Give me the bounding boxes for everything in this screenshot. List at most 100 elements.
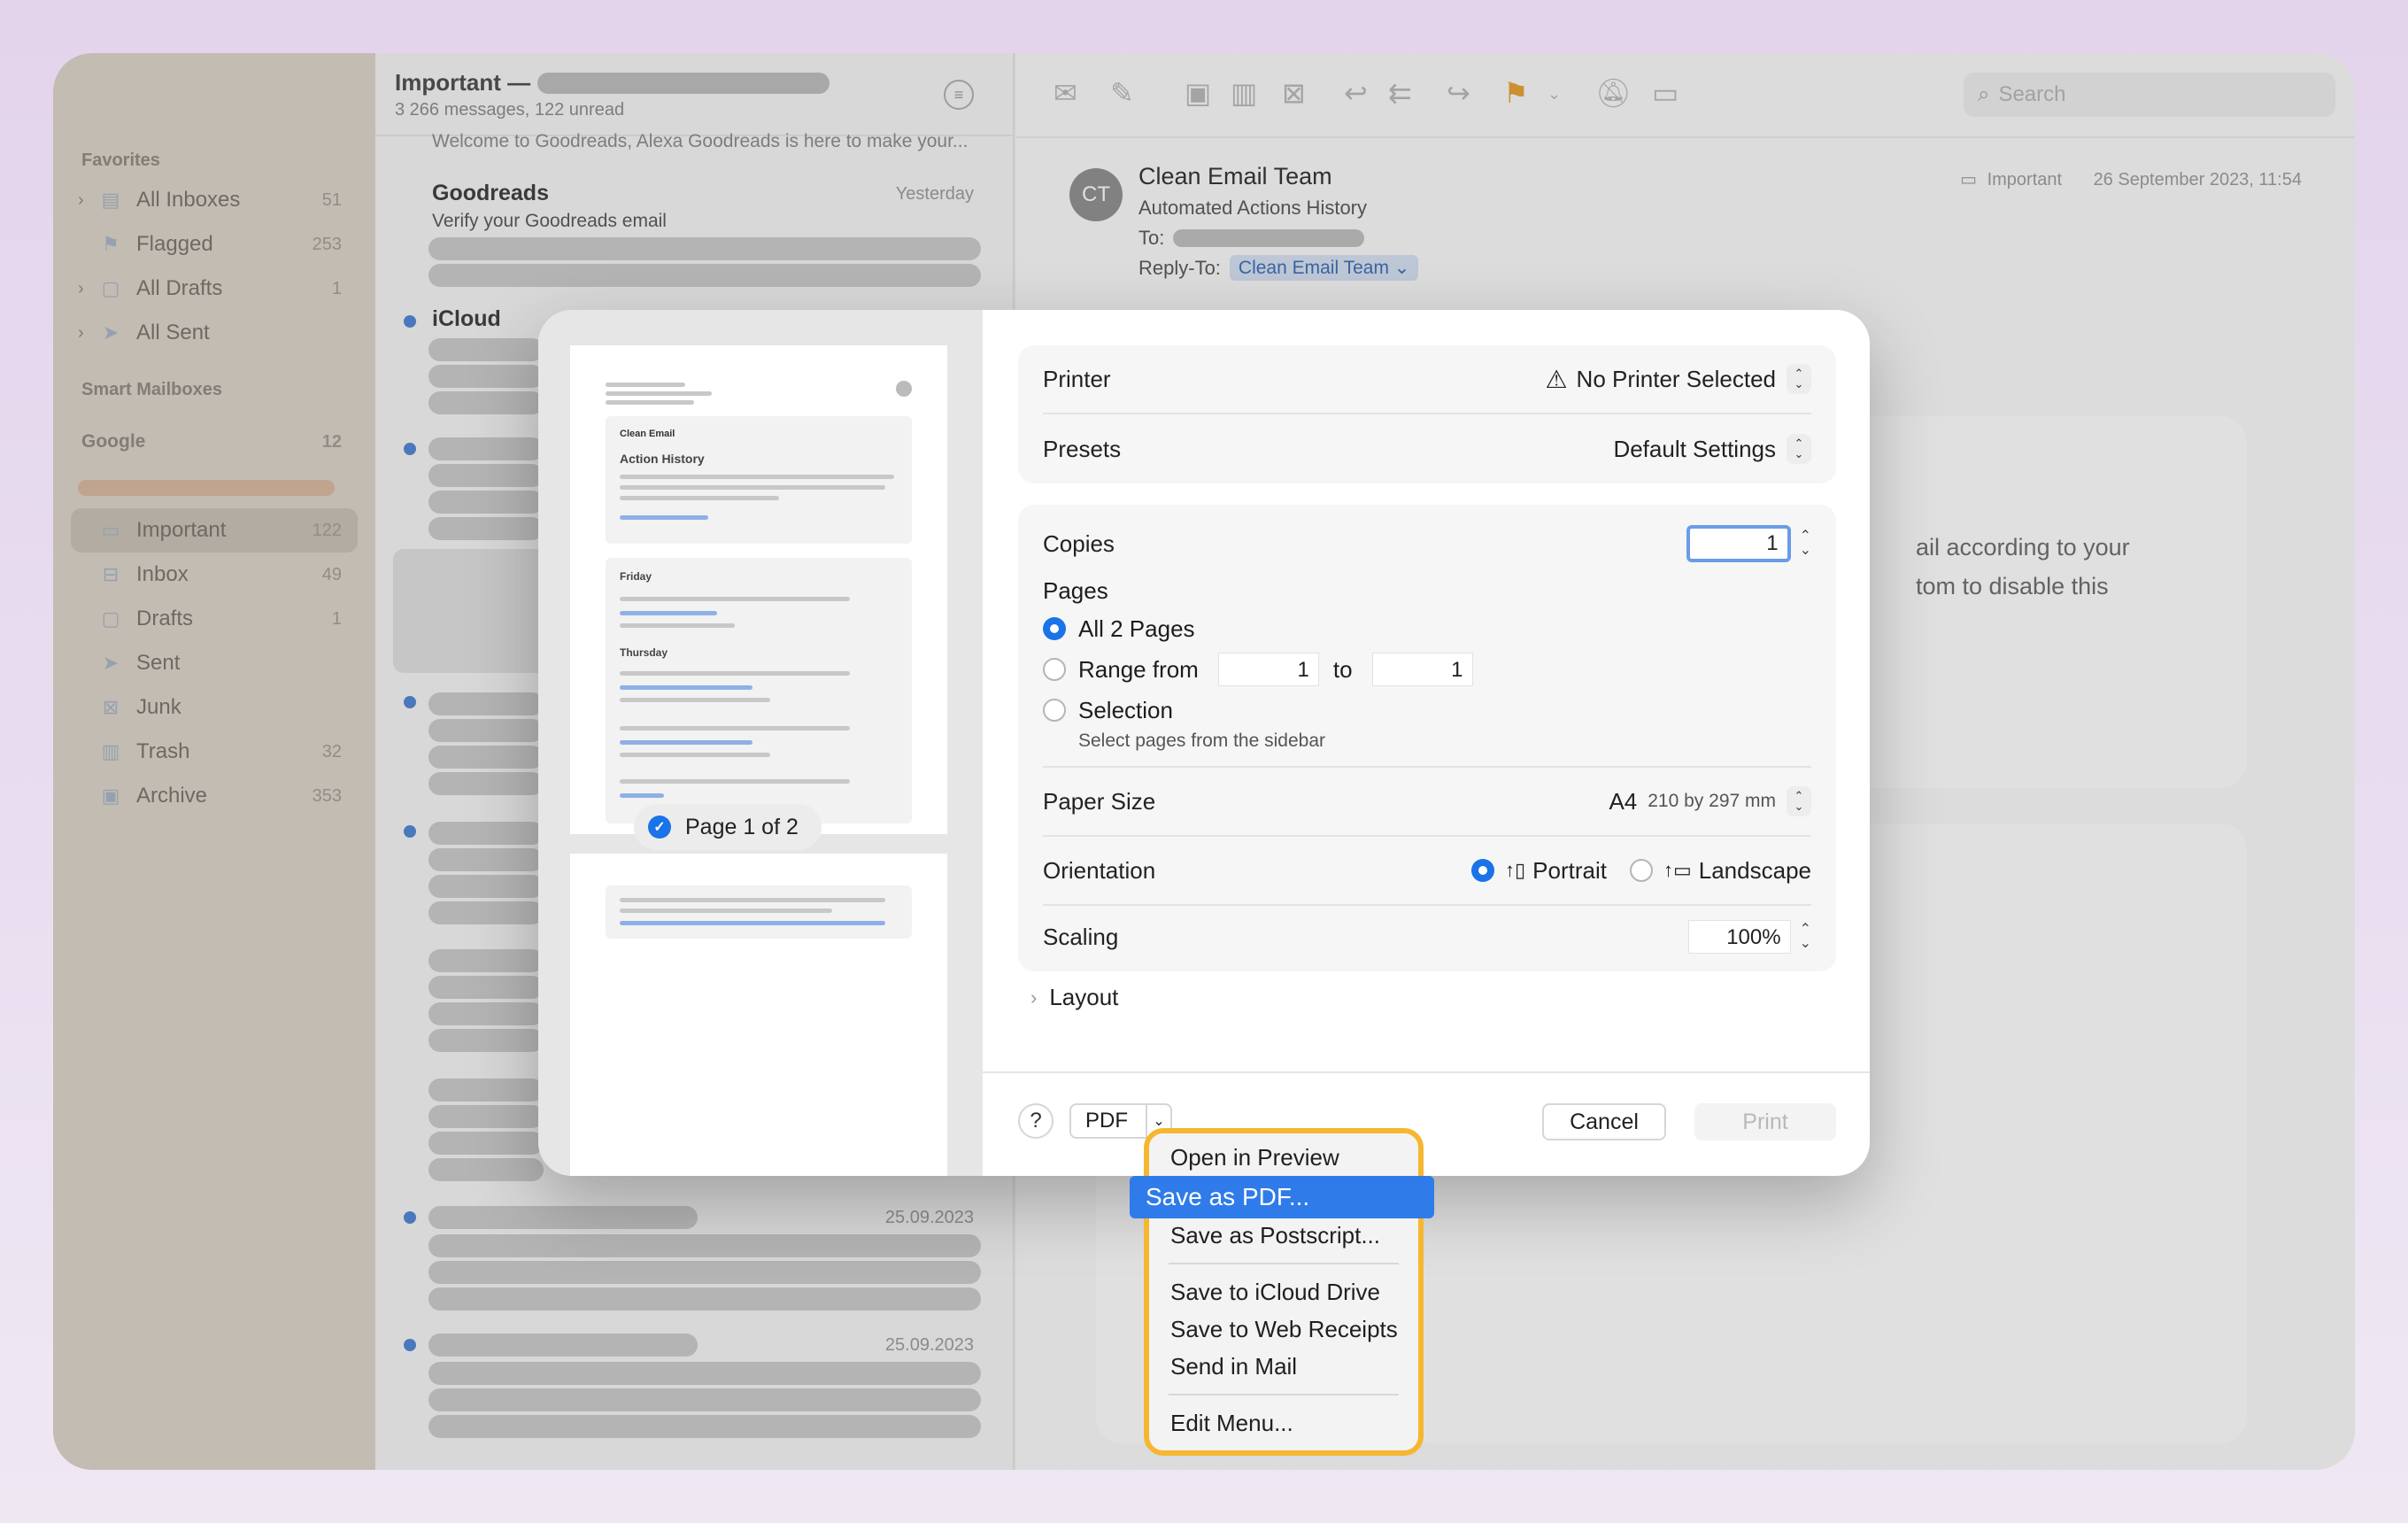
range-from-input[interactable]: 1 [1217, 653, 1319, 686]
portrait-label: Portrait [1532, 856, 1607, 884]
menu-separator [1169, 1394, 1399, 1395]
menu-item-save-to-icloud-drive[interactable]: Save to iCloud Drive [1170, 1279, 1380, 1306]
landscape-icon: ↑▭ [1663, 859, 1692, 881]
menu-item-open-in-preview[interactable]: Open in Preview [1170, 1144, 1339, 1171]
help-button[interactable]: ? [1018, 1103, 1054, 1139]
preview-link [620, 685, 752, 690]
pages-label: Pages [1043, 577, 1108, 604]
options-group: Copies 1 ⌃ ⌄ Pages All 2 Pages Range from… [1018, 505, 1836, 971]
radio-unselected[interactable] [1629, 859, 1653, 882]
scaling-stepper[interactable]: ⌃ ⌄ [1800, 923, 1811, 951]
preview-link [620, 793, 664, 798]
preview-day: Friday [620, 570, 652, 583]
range-to-label: to [1332, 655, 1353, 683]
updown-chevron-icon[interactable]: ⌃ ⌄ [1787, 786, 1811, 816]
portrait-icon: ↑▯ [1505, 859, 1526, 881]
radio-selected[interactable] [1471, 859, 1495, 882]
range-to-input[interactable]: 1 [1371, 653, 1473, 686]
preview-line [606, 400, 694, 405]
pages-section: Pages All 2 Pages Range from 1 to 1 Sele… [1043, 574, 1811, 768]
pages-range-option[interactable]: Range from 1 to 1 [1043, 653, 1811, 686]
selection-hint: Select pages from the sidebar [1078, 731, 1325, 751]
paper-size-value: A4 [1609, 787, 1638, 815]
preview-line [620, 698, 770, 702]
pages-all-label: All 2 Pages [1078, 615, 1195, 642]
scaling-row: Scaling 100% ⌃ ⌄ [1043, 906, 1811, 968]
preview-link [620, 740, 752, 745]
printer-label: Printer [1043, 365, 1111, 392]
preview-logo [896, 381, 912, 397]
page-indicator-badge: ✓ Page 1 of 2 [634, 804, 822, 850]
paper-size-dims: 210 by 297 mm [1648, 791, 1776, 811]
printer-value: No Printer Selected [1576, 365, 1776, 392]
preview-section: Clean Email Action History [606, 416, 912, 544]
preview-line [620, 726, 850, 731]
presets-value: Default Settings [1613, 435, 1776, 462]
orientation-row: Orientation ↑▯ Portrait ↑▭ Landscape [1043, 837, 1811, 906]
checkmark-icon: ✓ [648, 816, 671, 839]
preview-line [620, 753, 770, 757]
preview-brand: Clean Email [620, 429, 675, 439]
printer-row[interactable]: Printer ⚠ No Printer Selected ⌃ ⌄ [1043, 345, 1811, 414]
preview-line [620, 779, 850, 784]
preview-link [620, 921, 885, 925]
preview-line [620, 908, 832, 913]
copies-row: Copies 1 ⌃ ⌄ [1043, 514, 1811, 574]
landscape-label: Landscape [1698, 856, 1811, 884]
print-dialog: Clean Email Action History Friday Thursd… [538, 310, 1870, 1176]
pages-range-label: Range from [1078, 655, 1199, 683]
preview-page-2[interactable] [570, 854, 947, 1176]
presets-select[interactable]: Default Settings ⌃ ⌄ [1613, 434, 1811, 464]
paper-size-label: Paper Size [1043, 787, 1156, 815]
menu-separator [1169, 1263, 1399, 1264]
preview-line [620, 597, 850, 601]
pages-all-option[interactable]: All 2 Pages [1043, 615, 1811, 642]
preview-line [606, 391, 712, 396]
menu-item-save-to-web-receipts[interactable]: Save to Web Receipts [1170, 1316, 1398, 1343]
layout-label: Layout [1049, 984, 1119, 1010]
page-indicator-text: Page 1 of 2 [685, 814, 799, 839]
portrait-option[interactable]: ↑▯ Portrait [1471, 857, 1607, 885]
paper-size-select[interactable]: A4 210 by 297 mm ⌃ ⌄ [1609, 786, 1811, 816]
presets-label: Presets [1043, 435, 1122, 462]
cancel-button[interactable]: Cancel [1542, 1103, 1666, 1140]
preview-link [620, 611, 717, 615]
footer-divider [983, 1071, 1870, 1073]
preview-section [606, 885, 912, 939]
preview-line [620, 475, 894, 479]
copies-input[interactable]: 1 [1686, 525, 1791, 562]
paper-size-row[interactable]: Paper Size A4 210 by 297 mm ⌃ ⌄ [1043, 768, 1811, 837]
print-button[interactable]: Print [1694, 1103, 1836, 1140]
preview-heading: Action History [620, 452, 705, 466]
pages-selection-option[interactable]: Selection [1043, 697, 1811, 723]
preview-day: Thursday [620, 646, 668, 659]
layout-disclosure[interactable]: › Layout [1018, 984, 1836, 1011]
preview-line [620, 898, 885, 902]
preview-line [620, 623, 735, 628]
menu-item-save-as-pdf[interactable]: Save as PDF... [1130, 1176, 1434, 1218]
menu-item-save-as-postscript[interactable]: Save as Postscript... [1170, 1222, 1380, 1249]
print-preview-sidebar[interactable]: Clean Email Action History Friday Thursd… [538, 310, 983, 1176]
printer-select[interactable]: ⚠ No Printer Selected ⌃ ⌄ [1545, 364, 1811, 394]
updown-chevron-icon[interactable]: ⌃ ⌄ [1787, 364, 1811, 394]
printer-group: Printer ⚠ No Printer Selected ⌃ ⌄ Presets… [1018, 345, 1836, 483]
copies-stepper[interactable]: ⌃ ⌄ [1800, 530, 1811, 558]
pages-selection-label: Selection [1078, 696, 1173, 723]
landscape-option[interactable]: ↑▭ Landscape [1629, 856, 1811, 885]
menu-item-edit-menu[interactable]: Edit Menu... [1170, 1410, 1293, 1437]
radio-selected[interactable] [1043, 617, 1066, 640]
menu-item-send-in-mail[interactable]: Send in Mail [1170, 1353, 1297, 1380]
preview-line [620, 485, 885, 490]
updown-chevron-icon[interactable]: ⌃ ⌄ [1787, 434, 1811, 464]
preview-page-1[interactable]: Clean Email Action History Friday Thursd… [570, 345, 947, 834]
scaling-input[interactable]: 100% [1687, 920, 1791, 954]
warning-icon: ⚠ [1545, 365, 1568, 393]
preview-line [620, 496, 779, 500]
preview-line [620, 671, 850, 676]
presets-row[interactable]: Presets Default Settings ⌃ ⌄ [1043, 414, 1811, 483]
chevron-right-icon[interactable]: › [1030, 986, 1037, 1009]
preview-link [620, 515, 708, 520]
radio-unselected[interactable] [1043, 658, 1066, 681]
radio-unselected[interactable] [1043, 699, 1066, 722]
preview-section: Friday Thursday [606, 558, 912, 823]
